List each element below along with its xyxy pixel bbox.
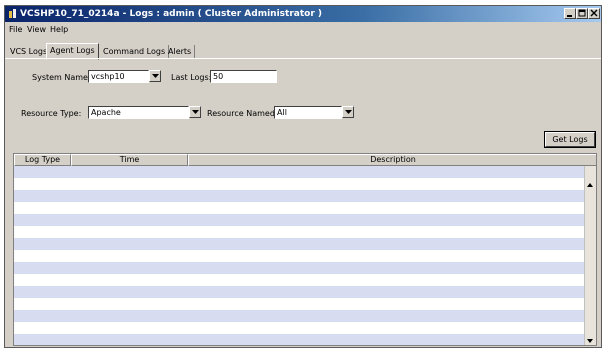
maximize-icon bbox=[578, 9, 586, 17]
table-row bbox=[14, 274, 586, 286]
resource-named-label: Resource Named: bbox=[207, 109, 278, 118]
table-row bbox=[14, 286, 586, 298]
tab-divider bbox=[5, 58, 601, 59]
resource-type-dropdown-button[interactable] bbox=[189, 106, 201, 118]
table-row bbox=[14, 334, 586, 345]
table-row bbox=[14, 262, 586, 274]
column-header-description[interactable]: Description bbox=[188, 154, 596, 166]
resource-named-select[interactable]: All bbox=[274, 106, 342, 119]
menu-file[interactable]: File bbox=[9, 25, 22, 34]
table-row bbox=[14, 298, 586, 310]
resource-type-label: Resource Type: bbox=[21, 109, 82, 118]
column-header-time[interactable]: Time bbox=[71, 154, 188, 166]
maximize-button[interactable] bbox=[576, 8, 588, 19]
table-row bbox=[14, 190, 586, 202]
logs-window: VCSHP10_71_0214a - Logs : admin ( Cluste… bbox=[4, 5, 602, 348]
tab-vcs-logs[interactable]: VCS Logs bbox=[7, 45, 52, 58]
menu-view[interactable]: View bbox=[27, 25, 46, 34]
table-body bbox=[14, 166, 586, 345]
table-row bbox=[14, 250, 586, 262]
scroll-down-icon[interactable] bbox=[585, 336, 595, 346]
close-button[interactable] bbox=[588, 8, 600, 19]
close-icon bbox=[590, 9, 598, 17]
minimize-button[interactable] bbox=[564, 8, 576, 19]
window-title: VCSHP10_71_0214a - Logs : admin ( Cluste… bbox=[20, 9, 323, 19]
system-name-dropdown-button[interactable] bbox=[149, 70, 161, 82]
chevron-down-icon bbox=[152, 74, 159, 78]
menu-bar: File View Help bbox=[5, 23, 601, 37]
table-row bbox=[14, 202, 586, 214]
title-bar[interactable]: VCSHP10_71_0214a - Logs : admin ( Cluste… bbox=[5, 6, 601, 22]
tab-alerts[interactable]: Alerts bbox=[165, 45, 196, 58]
vertical-scrollbar[interactable] bbox=[584, 166, 596, 346]
menu-help[interactable]: Help bbox=[50, 25, 68, 34]
scroll-up-icon[interactable] bbox=[585, 180, 595, 190]
tab-strip: VCS Logs Agent Logs Command Logs Alerts bbox=[5, 43, 601, 60]
table-row bbox=[14, 310, 586, 322]
logs-table: Log Type Time Description bbox=[13, 153, 597, 346]
table-row bbox=[14, 226, 586, 238]
system-name-label: System Name: bbox=[32, 73, 91, 82]
app-icon bbox=[9, 9, 16, 18]
table-header: Log Type Time Description bbox=[14, 154, 596, 166]
column-header-log-type[interactable]: Log Type bbox=[14, 154, 71, 166]
table-row bbox=[14, 166, 586, 178]
tab-command-logs[interactable]: Command Logs bbox=[100, 45, 170, 58]
resource-named-dropdown-button[interactable] bbox=[342, 106, 354, 118]
table-row bbox=[14, 214, 586, 226]
table-row bbox=[14, 238, 586, 250]
get-logs-button[interactable]: Get Logs bbox=[544, 131, 596, 148]
last-logs-label: Last Logs: bbox=[171, 73, 212, 82]
chevron-down-icon bbox=[345, 110, 352, 114]
chevron-down-icon bbox=[192, 110, 199, 114]
system-name-select[interactable]: vcshp10 bbox=[88, 70, 149, 83]
last-logs-input[interactable]: 50 bbox=[210, 70, 277, 83]
resource-type-select[interactable]: Apache bbox=[88, 106, 189, 119]
table-row bbox=[14, 322, 586, 334]
minimize-icon bbox=[567, 15, 572, 17]
table-row bbox=[14, 178, 586, 190]
